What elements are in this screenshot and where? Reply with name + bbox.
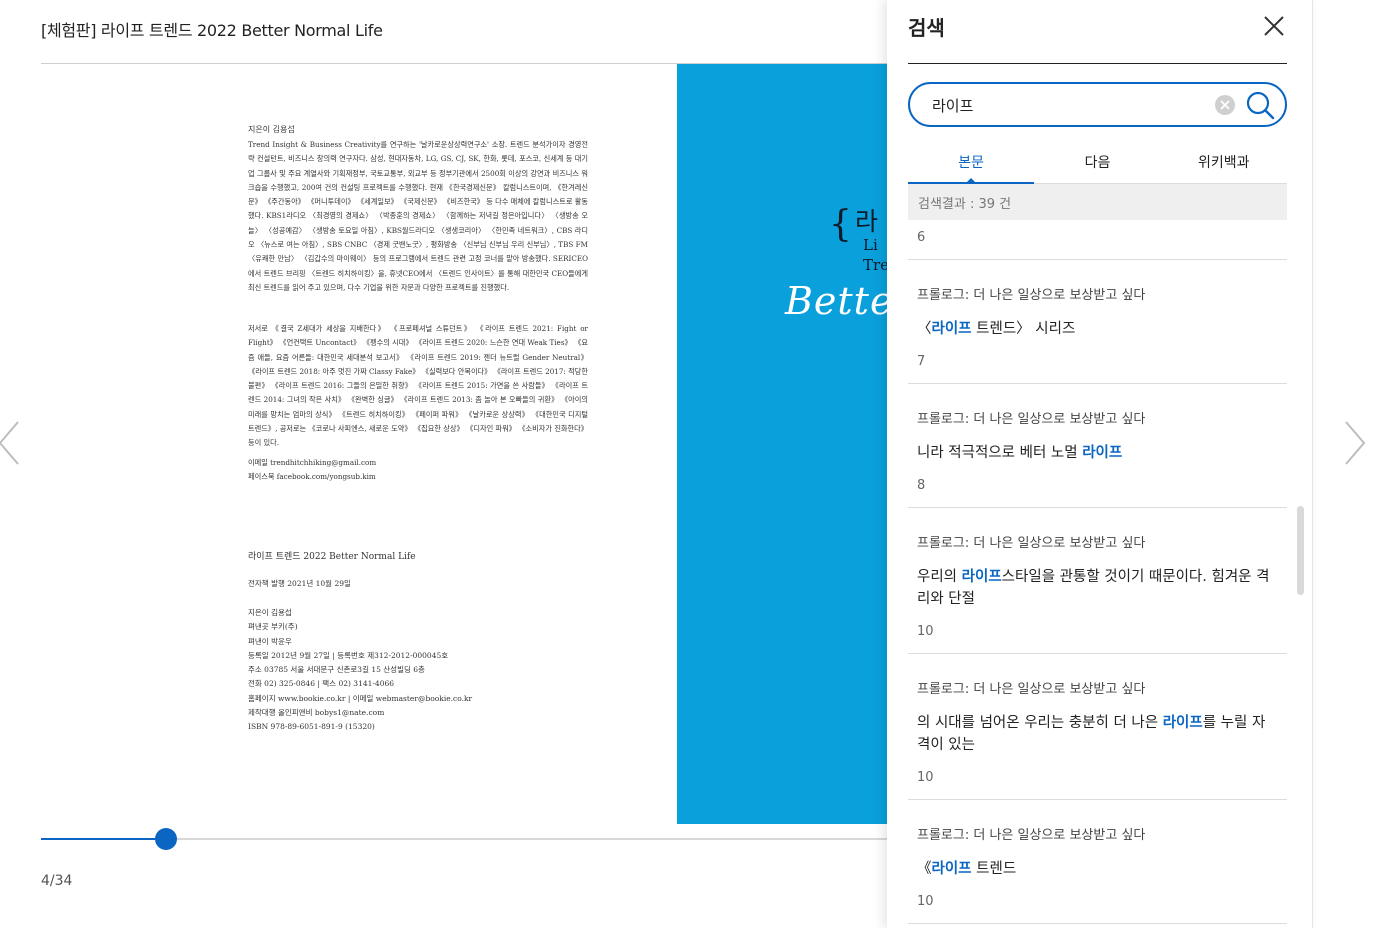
search-source-tabs: 본문 다음 위키백과 — [908, 140, 1287, 184]
colophon-title: 라이프 트렌드 2022 Better Normal Life — [248, 552, 416, 562]
cover-title-fragment: Tre — [863, 256, 890, 274]
result-chapter: 프롤로그: 더 나은 일상으로 보상받고 싶다 — [917, 536, 1146, 551]
result-snippet: 《라이프 트렌드 — [917, 861, 1017, 877]
book-page-left: 지은이 김용섭 Trend Insight & Business Creativ… — [41, 64, 677, 824]
colophon-line: 펴낸이 박윤우 — [248, 636, 292, 646]
author-email: 이메일 trendhitchhiking@gmail.com — [248, 458, 377, 467]
search-icon — [1246, 91, 1275, 120]
cover-brace: { — [829, 204, 852, 245]
search-result-item[interactable]: 프롤로그: 더 나은 일상으로 보상받고 싶다 〈라이프 트렌드〉 시리즈 7 — [908, 260, 1287, 384]
page-indicator: 4/34 — [41, 873, 73, 889]
panel-divider — [908, 63, 1287, 64]
result-highlight: 라이프 — [1082, 445, 1123, 461]
cover-subtitle: Better N — [785, 279, 891, 323]
result-page-number: 10 — [917, 624, 934, 639]
result-page-number: 6 — [908, 220, 1287, 260]
result-chapter: 프롤로그: 더 나은 일상으로 보상받고 싶다 — [917, 682, 1146, 697]
colophon-line: 등록일 2012년 9월 27일 | 등록번호 제312-2012-000045… — [248, 650, 449, 660]
close-icon — [1264, 16, 1284, 36]
cover-title-fragment: 라 — [855, 207, 879, 236]
colophon-line: ISBN 978-89-6051-891-9 (15320) — [248, 722, 375, 732]
book-cover-page: { 라 Li Tre Better N — [677, 64, 891, 824]
author-contact: 이메일 trendhitchhiking@gmail.com 페이스북 face… — [248, 456, 588, 485]
result-snippet: 우리의 라이프스타일을 관통할 것이기 때문이다. 힘겨운 격리와 단절 — [917, 569, 1270, 607]
colophon-line: 전화 02) 325-0846 | 팩스 02) 3141-4066 — [248, 679, 395, 689]
result-snippet: 〈라이프 트렌드〉 시리즈 — [917, 321, 1076, 337]
tab-daum[interactable]: 다음 — [1034, 140, 1160, 183]
clear-search-button[interactable] — [1214, 94, 1236, 116]
colophon-date: 전자책 발행 2021년 10월 29일 — [248, 579, 351, 588]
search-button[interactable] — [1244, 89, 1276, 121]
result-count: 검색결과 : 39 건 — [908, 184, 1287, 220]
close-button[interactable] — [1262, 14, 1286, 38]
search-result-item[interactable]: 프롤로그: 더 나은 일상으로 보상받고 싶다 의 시대를 넘어온 우리는 충분… — [908, 654, 1287, 800]
result-snippet: 니라 적극적으로 베터 노멀 라이프 — [917, 445, 1123, 461]
colophon-line: 홈페이지 www.bookie.co.kr | 이메일 webmaster@bo… — [248, 693, 473, 703]
search-panel-title: 검색 — [908, 16, 945, 40]
result-chapter: 프롤로그: 더 나은 일상으로 보상받고 싶다 — [917, 828, 1146, 843]
colophon-line: 지은이 김용섭 — [248, 608, 292, 617]
result-chapter: 프롤로그: 더 나은 일상으로 보상받고 싶다 — [917, 412, 1146, 427]
page-slider-fill — [41, 838, 166, 840]
chevron-left-icon — [0, 421, 19, 465]
colophon-line: 주소 03785 서울 서대문구 신촌로3길 15 산성빌딩 6층 — [248, 665, 425, 675]
result-page-number: 7 — [917, 354, 926, 369]
chevron-right-icon — [1345, 421, 1366, 465]
result-chapter: 프롤로그: 더 나은 일상으로 보상받고 싶다 — [917, 288, 1146, 303]
results-scrollbar[interactable] — [1297, 506, 1304, 595]
search-result-item[interactable]: 프롤로그: 더 나은 일상으로 보상받고 싶다 니라 적극적으로 베터 노멀 라… — [908, 384, 1287, 508]
search-result-item[interactable]: 프롤로그: 더 나은 일상으로 보상받고 싶다 우리의 라이프스타일을 관통할 … — [908, 508, 1287, 654]
colophon-line: 펴낸곳 부키(주) — [248, 622, 298, 632]
clear-icon — [1215, 95, 1235, 115]
result-highlight: 라이프 — [1162, 715, 1203, 731]
result-highlight: 라이프 — [961, 569, 1002, 585]
search-panel: 검색 본문 다음 위키백과 검색결과 : 39 건 6 — [887, 0, 1313, 928]
author-works: 저서로 《결국 Z세대가 세상을 지배한다》 《프로페셔널 스튜던트》 《라이프… — [248, 324, 588, 448]
result-highlight: 라이프 — [931, 321, 972, 337]
colophon-line: 제작대행 올인피앤비 bobys1@nate.com — [248, 708, 385, 718]
result-snippet: 의 시대를 넘어온 우리는 충분히 더 나은 라이프를 누릴 자격이 있는 — [917, 715, 1266, 753]
result-page-number: 8 — [917, 478, 926, 493]
author-heading: 지은이 김용섭 — [248, 125, 295, 134]
prev-page-button[interactable] — [0, 418, 24, 468]
search-box — [908, 82, 1287, 127]
author-bio: Trend Insight & Business Creativity를 연구하… — [248, 140, 588, 292]
tab-wikipedia[interactable]: 위키백과 — [1161, 140, 1287, 183]
page-slider-thumb[interactable] — [154, 828, 177, 850]
search-results-list: 6 프롤로그: 더 나은 일상으로 보상받고 싶다 〈라이프 트렌드〉 시리즈 … — [908, 220, 1287, 924]
tab-body-text[interactable]: 본문 — [908, 140, 1035, 184]
result-highlight: 라이프 — [931, 861, 972, 877]
book-title: [체험판] 라이프 트렌드 2022 Better Normal Life — [41, 21, 383, 40]
result-page-number: 10 — [917, 770, 934, 785]
result-page-number: 10 — [917, 894, 934, 909]
colophon-info: 지은이 김용섭 펴낸곳 부키(주) 펴낸이 박윤우 등록일 2012년 9월 2… — [248, 606, 588, 735]
author-facebook: 페이스북 facebook.com/yongsub.kim — [248, 472, 376, 482]
next-page-button[interactable] — [1340, 418, 1370, 468]
search-result-item[interactable]: 프롤로그: 더 나은 일상으로 보상받고 싶다 《라이프 트렌드 10 — [908, 800, 1287, 924]
cover-title-fragment: Li — [863, 236, 878, 254]
search-input[interactable] — [932, 94, 1202, 116]
